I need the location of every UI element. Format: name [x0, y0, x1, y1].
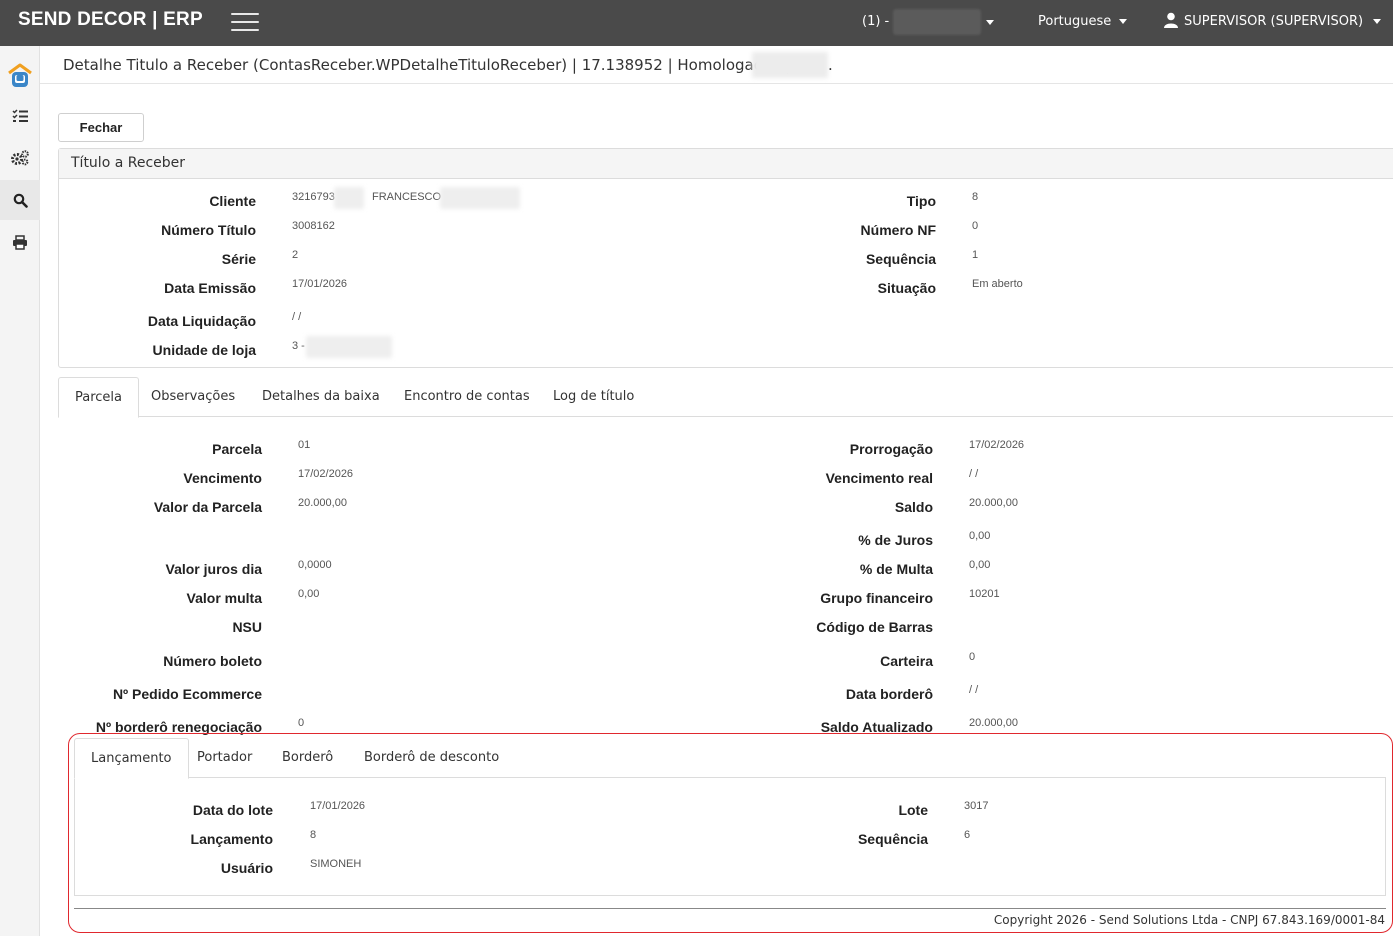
vencimento-value: 17/02/2026: [298, 468, 354, 480]
tab-log-titulo[interactable]: Log de título: [537, 377, 650, 417]
numero-nf-label: Número NF: [860, 222, 936, 238]
valor-parcela-label: Valor da Parcela: [153, 499, 262, 515]
prorrogacao-label: Prorrogação: [849, 441, 933, 457]
parcela-label: Parcela: [212, 441, 262, 457]
juros-percent-label: % de Juros: [858, 532, 933, 548]
company-name-redacted: [893, 9, 981, 35]
home-icon: [8, 63, 32, 87]
tab-parcela[interactable]: Parcela: [58, 377, 140, 418]
close-button[interactable]: Fechar: [58, 113, 144, 142]
data-bordero-value: / /: [969, 684, 979, 696]
unidade-loja-redacted: [306, 336, 392, 358]
user-chevron-down-icon: [1373, 19, 1382, 24]
grupo-financeiro-label: Grupo financeiro: [820, 590, 933, 606]
company-selector-label[interactable]: (1) -: [862, 14, 889, 29]
vencimento-real-label: Vencimento real: [825, 470, 933, 486]
vencimento-label: Vencimento: [183, 470, 262, 486]
data-emissao-value: 17/01/2026: [292, 278, 348, 290]
bordero-renegociacao-value: 0: [298, 717, 305, 729]
sidebar-item-settings[interactable]: [0, 138, 40, 178]
user-icon: [1164, 12, 1178, 28]
tab-observacoes[interactable]: Observações: [135, 377, 251, 417]
data-liquidacao-value: / /: [292, 311, 302, 323]
valor-parcela-value: 20.000,00: [298, 497, 347, 509]
parcela-value: 01: [298, 439, 311, 451]
sidebar-item-home[interactable]: [0, 54, 40, 98]
vencimento-real-value: / /: [969, 468, 979, 480]
highlight-annotation: [68, 733, 1393, 933]
valor-juros-dia-value: 0,0000: [298, 559, 332, 571]
panel-heading: Título a Receber: [59, 149, 1393, 179]
environment-name-redacted: [752, 52, 828, 78]
sequencia-label: Sequência: [865, 251, 936, 267]
numero-titulo-label: Número Título: [161, 222, 256, 238]
language-selector[interactable]: Portuguese: [1038, 14, 1128, 29]
numero-boleto-label: Número boleto: [163, 653, 262, 669]
numero-titulo-value: 3008162: [292, 220, 335, 232]
carteira-label: Carteira: [880, 653, 933, 669]
tipo-label: Tipo: [906, 193, 936, 209]
header-divider: [40, 83, 1393, 84]
data-liquidacao-label: Data Liquidação: [147, 313, 256, 329]
grupo-financeiro-value: 10201: [969, 588, 1000, 600]
data-emissao-label: Data Emissão: [164, 280, 256, 296]
pedido-ecommerce-label: Nº Pedido Ecommerce: [112, 686, 262, 702]
print-icon: [13, 234, 27, 250]
sequencia-value: 1: [972, 249, 979, 261]
tab-encontro-contas[interactable]: Encontro de contas: [388, 377, 546, 417]
page-title-trailing: .: [828, 56, 833, 74]
left-sidebar: [0, 46, 40, 936]
sidebar-item-search[interactable]: [0, 180, 40, 220]
titulo-panel: Título a Receber: [58, 148, 1393, 368]
page-title: Detalhe Titulo a Receber (ContasReceber.…: [63, 56, 791, 74]
situacao-value: Em aberto: [972, 278, 1023, 290]
top-navbar: SEND DECOR | ERP (1) - Portuguese SUPERV…: [0, 0, 1393, 46]
main-tabs: Parcela Observações Detalhes da baixa En…: [58, 377, 1393, 418]
multa-percent-value: 0,00: [969, 559, 991, 571]
valor-juros-dia-label: Valor juros dia: [165, 561, 262, 577]
serie-label: Série: [221, 251, 256, 267]
language-chevron-down-icon: [1119, 19, 1128, 24]
carteira-value: 0: [969, 651, 976, 663]
cliente-redacted: [334, 187, 364, 209]
cliente-label: Cliente: [209, 193, 256, 209]
valor-multa-value: 0,00: [298, 588, 320, 600]
task-list-icon: [12, 109, 28, 122]
cliente-name: FRANCESCO: [372, 191, 442, 203]
user-name: SUPERVISOR (SUPERVISOR): [1184, 14, 1364, 29]
language-label: Portuguese: [1038, 14, 1112, 29]
sidebar-item-print[interactable]: [0, 222, 40, 262]
situacao-label: Situação: [877, 280, 936, 296]
saldo-value: 20.000,00: [969, 497, 1018, 509]
prorrogacao-value: 17/02/2026: [969, 439, 1025, 451]
valor-multa-label: Valor multa: [186, 590, 262, 606]
sidebar-item-tasks[interactable]: [0, 96, 40, 136]
cliente-name-redacted: [440, 187, 520, 209]
brand-logo[interactable]: SEND DECOR | ERP: [18, 9, 203, 31]
saldo-atualizado-value: 20.000,00: [969, 717, 1018, 729]
codigo-barras-label: Código de Barras: [816, 619, 933, 635]
serie-value: 2: [292, 249, 299, 261]
nsu-label: NSU: [232, 619, 262, 635]
data-bordero-label: Data borderô: [845, 686, 933, 702]
tipo-value: 8: [972, 191, 979, 203]
unidade-loja-label: Unidade de loja: [152, 342, 256, 358]
cliente-code: 3216793: [292, 191, 335, 203]
tab-detalhes-baixa[interactable]: Detalhes da baixa: [246, 377, 396, 417]
juros-percent-value: 0,00: [969, 530, 991, 542]
search-icon: [13, 193, 28, 208]
multa-percent-label: % de Multa: [859, 561, 933, 577]
menu-toggle-icon[interactable]: [231, 13, 259, 33]
user-menu[interactable]: SUPERVISOR (SUPERVISOR): [1164, 12, 1382, 29]
saldo-label: Saldo: [894, 499, 933, 515]
company-chevron-down-icon[interactable]: [986, 20, 994, 25]
unidade-loja-value: 3 -: [292, 340, 305, 352]
gears-icon: [11, 150, 29, 166]
numero-nf-value: 0: [972, 220, 979, 232]
